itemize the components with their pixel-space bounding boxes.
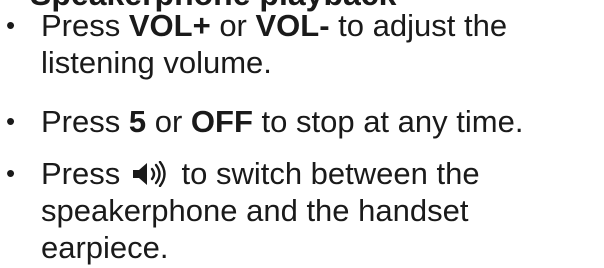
key-label: VOL+ <box>128 8 211 43</box>
key-label: VOL- <box>255 8 330 43</box>
bullet-dot: • <box>6 158 16 188</box>
list-item-text: Press 5 or OFF to stop at any time. <box>41 103 600 140</box>
text-segment: or <box>146 104 191 139</box>
key-label: 5 <box>128 104 147 139</box>
text-segment: Press <box>41 156 129 191</box>
list-item-text: Press VOL+ or VOL- to adjust the listeni… <box>41 7 600 81</box>
text-segment: Press <box>41 8 129 43</box>
speaker-icon <box>131 161 171 187</box>
text-segment: Press <box>41 104 129 139</box>
text-segment: to stop at any time. <box>252 104 524 139</box>
text-segment: or <box>210 8 256 43</box>
key-label: OFF <box>190 104 253 139</box>
bullet-dot: • <box>6 106 16 136</box>
bullet-dot: • <box>6 10 16 40</box>
list-item-text: Press to switch between the speakerphone… <box>41 155 600 266</box>
